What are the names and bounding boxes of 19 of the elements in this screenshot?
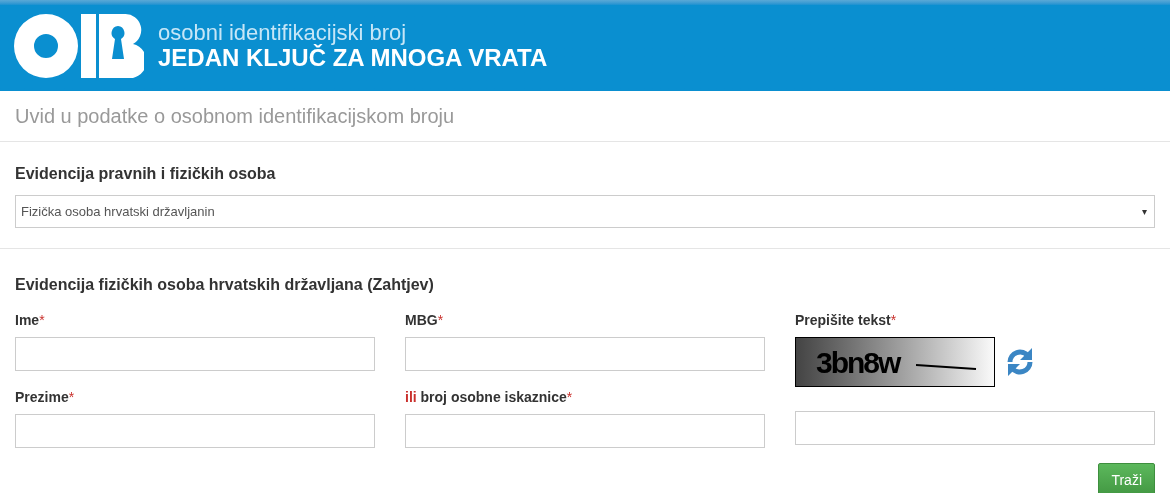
field-label: Evidencija pravnih i fizičkih osoba — [15, 164, 277, 184]
input-field[interactable] — [405, 337, 765, 371]
site-subtitle: osobni identifikacijski broj — [158, 21, 408, 44]
dropdown-arrow-icon: ▾ — [1142, 204, 1149, 219]
field-label: MBG* — [405, 311, 444, 330]
registry-select[interactable]: Fizička osoba hrvatski državljanin ▾ — [15, 195, 1155, 228]
refresh-icon[interactable] — [1005, 346, 1035, 378]
captcha-image: 3bn8w — [795, 337, 995, 387]
input-field[interactable] — [405, 414, 765, 448]
field-label: Prepišite tekst* — [795, 311, 897, 330]
field-label: ili broj osobne iskaznice* — [405, 388, 573, 407]
input-field[interactable] — [15, 337, 375, 371]
page-title: Uvid u podatke o osobnom identifikacijskom broju — [15, 104, 455, 129]
captcha-input[interactable] — [795, 411, 1155, 445]
form-title: Evidencija fizičkih osoba hrvatskih državljana (Zahtjev) — [15, 275, 435, 295]
field-label: Ime* — [15, 311, 45, 330]
field-label: Prezime* — [15, 388, 75, 407]
site-title: JEDAN KLJUČ ZA MNOGA VRATA — [158, 45, 548, 70]
input-field[interactable] — [15, 414, 375, 448]
